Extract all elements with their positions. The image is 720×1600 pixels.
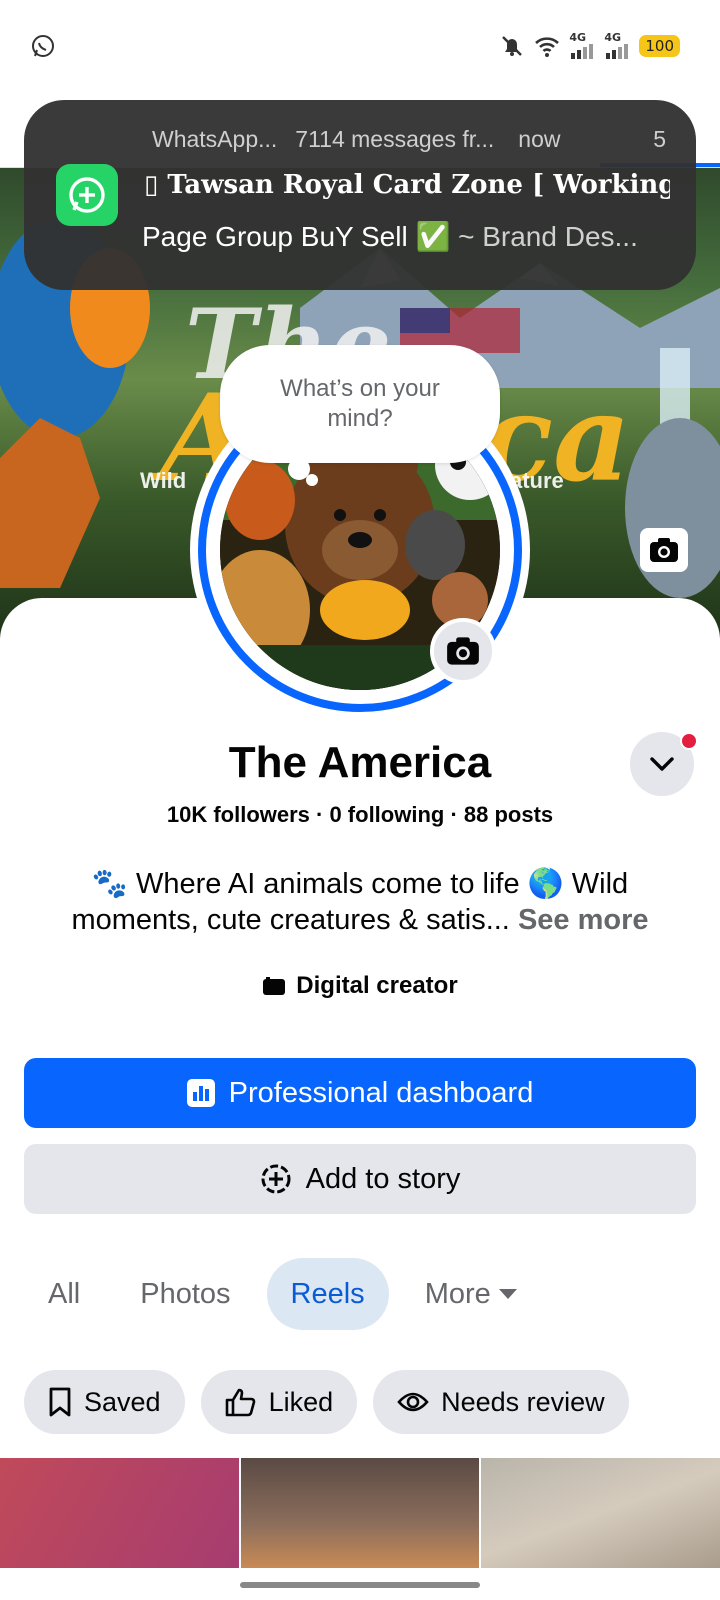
signal-label: 4G	[604, 31, 622, 44]
cell-signal-1: 4G	[569, 32, 595, 60]
reels-grid	[0, 1458, 720, 1568]
see-more-link[interactable]: See more	[518, 904, 649, 936]
profile-name: The America	[228, 738, 492, 787]
chip-needs-review[interactable]: Needs review	[373, 1370, 629, 1434]
whatsapp-notification[interactable]: WhatsApp... 7114 messages fr... now 5 ▯ …	[24, 100, 696, 290]
bookmark-icon	[49, 1387, 71, 1417]
profile-category: Digital creator	[0, 972, 720, 1000]
chip-liked[interactable]: Liked	[200, 1370, 358, 1434]
caret-down-icon	[498, 1289, 517, 1299]
content-tabs: All Photos Reels More	[24, 1258, 541, 1330]
chip-label: Liked	[268, 1386, 334, 1417]
signal-bars-icon	[606, 44, 629, 59]
chevron-down-icon	[650, 757, 674, 771]
edit-cover-camera-button[interactable]	[640, 528, 688, 572]
cell-signal-2: 4G	[604, 32, 630, 60]
whats-on-your-mind-bubble[interactable]: What’s on your mind?	[220, 345, 500, 463]
camera-icon	[447, 637, 479, 665]
category-label: Digital creator	[296, 972, 458, 999]
cover-caption-art: Wild	[140, 468, 187, 493]
battery-indicator: 100	[639, 35, 680, 57]
notification-body: Page Group BuY Sell ✅ ~ Brand Des...	[142, 220, 670, 253]
wifi-icon	[535, 37, 560, 57]
whatsapp-icon	[69, 177, 105, 213]
reel-thumbnail[interactable]	[0, 1458, 239, 1568]
add-story-icon	[261, 1164, 291, 1194]
filter-chips: Saved Liked Needs review	[24, 1370, 629, 1434]
whatsapp-app-icon	[56, 164, 118, 226]
tab-more[interactable]: More	[401, 1258, 541, 1330]
reel-thumbnail[interactable]	[240, 1458, 480, 1568]
bubble-tail	[306, 474, 318, 486]
dashboard-chart-icon	[186, 1079, 215, 1107]
notification-group: Page Group BuY Sell ✅	[142, 221, 451, 252]
notification-summary: 7114 messages fr...	[295, 126, 495, 152]
professional-dashboard-button[interactable]: Professional dashboard	[24, 1058, 696, 1128]
camera-icon	[650, 538, 678, 562]
signal-bars-icon	[571, 44, 594, 59]
notification-app-name: WhatsApp...	[152, 126, 278, 152]
notification-dot	[680, 732, 698, 750]
add-to-story-label: Add to story	[305, 1162, 461, 1195]
home-indicator[interactable]	[240, 1582, 480, 1588]
eye-icon	[397, 1392, 429, 1412]
tab-photos[interactable]: Photos	[116, 1258, 254, 1330]
notification-count: 5	[653, 126, 666, 152]
reel-thumbnail[interactable]	[481, 1458, 720, 1568]
bell-off-icon	[502, 36, 523, 56]
chip-saved[interactable]: Saved	[24, 1370, 185, 1434]
tab-reels[interactable]: Reels	[266, 1258, 389, 1330]
chip-label: Needs review	[441, 1386, 605, 1417]
clapperboard-icon	[263, 977, 286, 995]
status-bar: 4G 4G 100	[0, 0, 720, 92]
notification-sender: ~ Brand Des...	[450, 221, 638, 252]
profile-bio: 🐾 Where AI animals come to life 🌎 Wild m…	[30, 866, 690, 938]
whatsapp-icon	[32, 35, 54, 57]
tab-all[interactable]: All	[24, 1258, 104, 1330]
add-to-story-button[interactable]: Add to story	[24, 1144, 696, 1214]
professional-dashboard-label: Professional dashboard	[228, 1076, 534, 1109]
tab-more-label: More	[424, 1277, 491, 1310]
notification-time: now	[518, 126, 561, 152]
thumbs-up-icon	[225, 1388, 255, 1417]
chip-label: Saved	[84, 1386, 161, 1417]
notification-title: ▯ Tawsan Royal Card Zone [ Working ...	[144, 170, 670, 200]
notification-header: WhatsApp... 7114 messages fr... now 5	[152, 126, 666, 153]
edit-profile-picture-button[interactable]	[430, 618, 496, 684]
signal-label: 4G	[569, 31, 587, 44]
profile-stats[interactable]: 10K followers · 0 following · 88 posts	[0, 802, 720, 828]
